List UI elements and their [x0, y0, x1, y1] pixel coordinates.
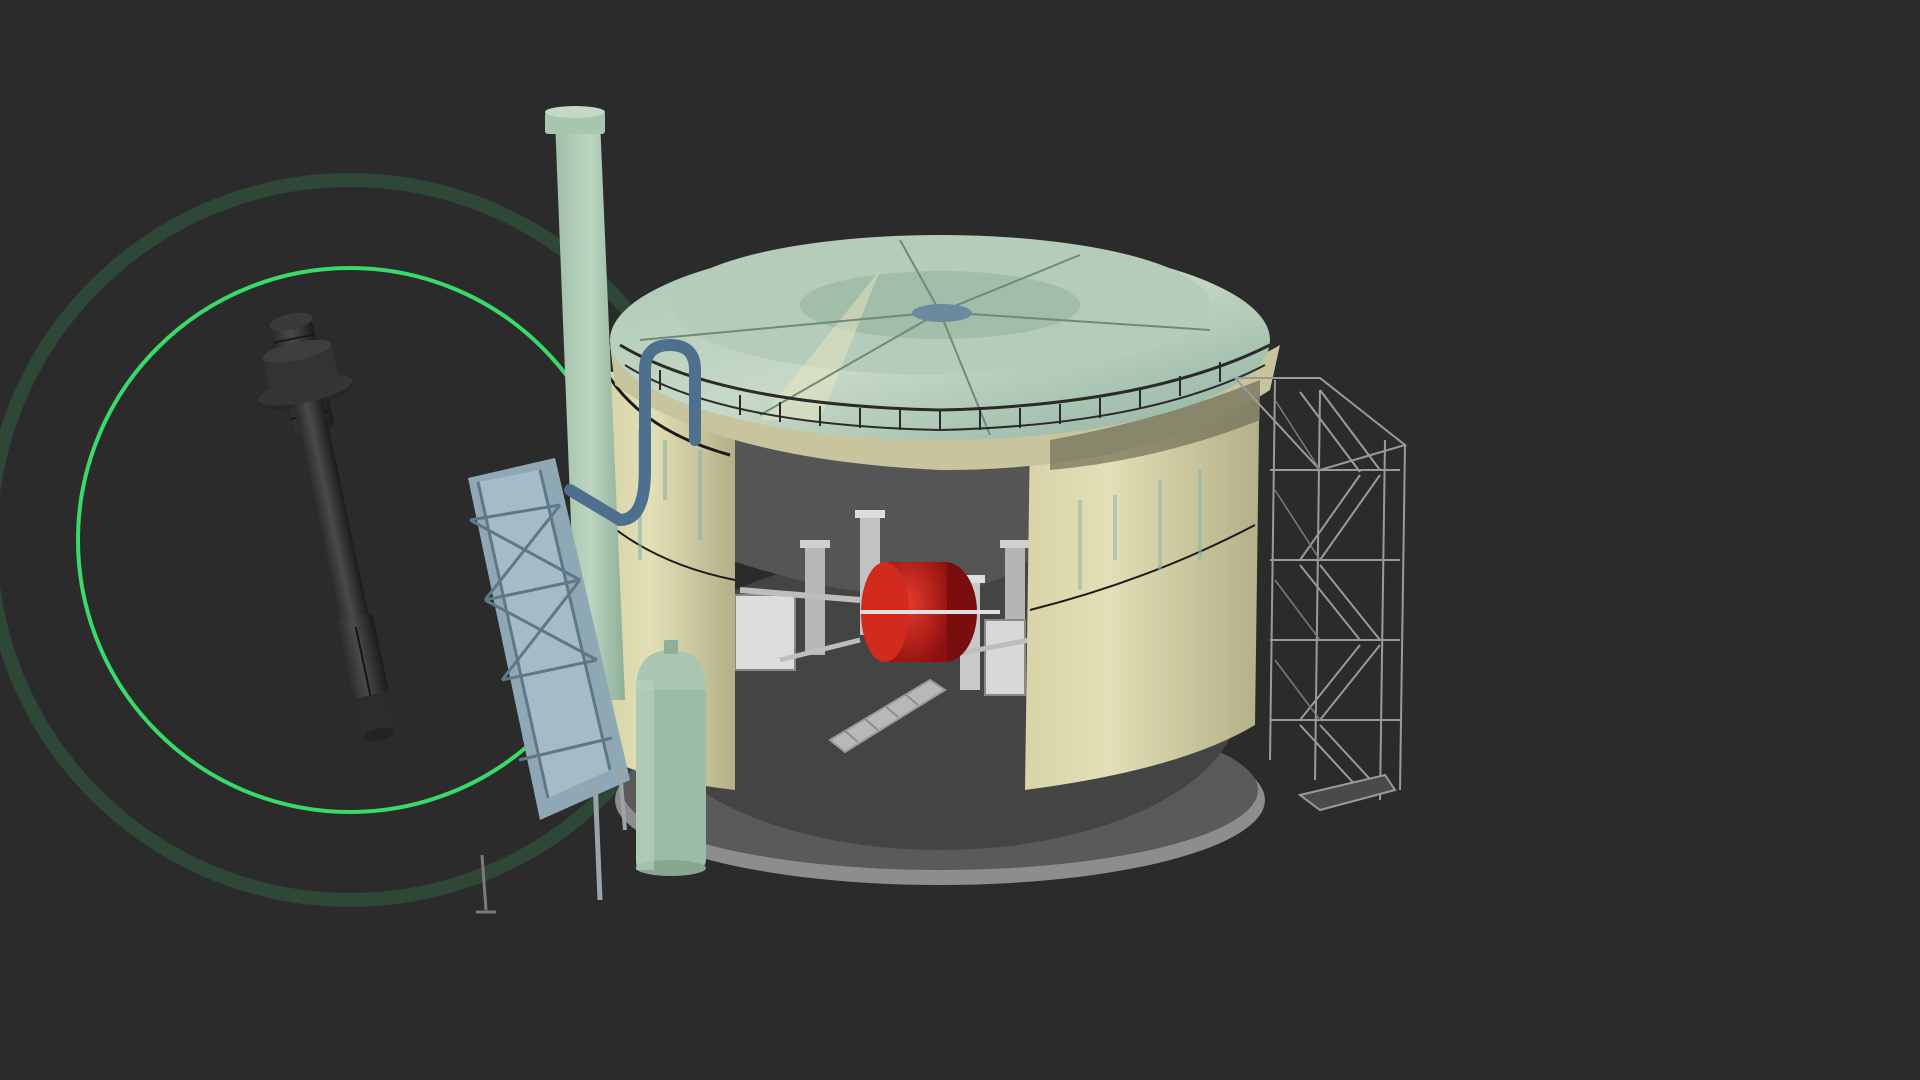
exterior-staircase[interactable]: [1232, 377, 1408, 812]
gas-cylinder[interactable]: [636, 640, 706, 876]
roof-hatch: [912, 304, 972, 322]
scene-render: [0, 106, 1408, 914]
3d-viewport[interactable]: [0, 0, 1920, 1080]
anchor-bolt[interactable]: [242, 304, 427, 750]
